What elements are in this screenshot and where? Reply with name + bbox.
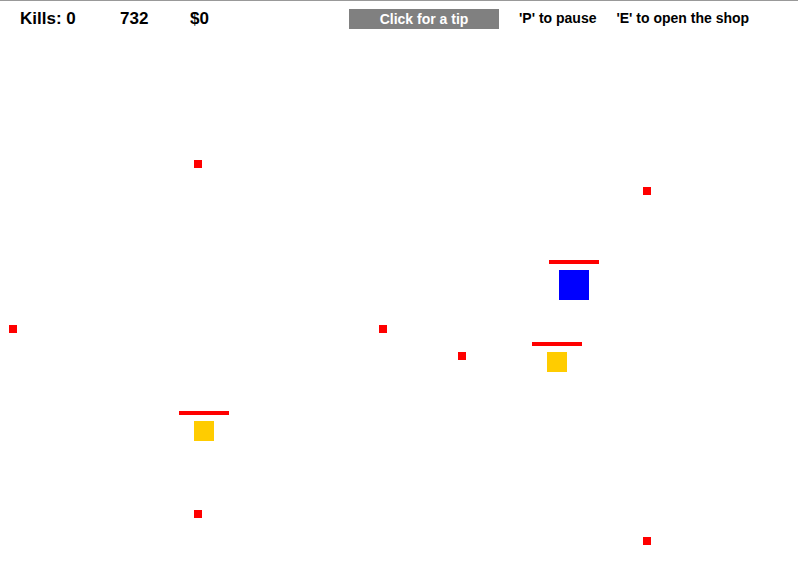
bullet-dot: [194, 510, 202, 518]
key-hint: 'P' to pause: [519, 8, 596, 29]
score: 732: [120, 6, 190, 32]
bullet-dot: [194, 160, 202, 168]
hud-bar: Kills: 0732$0Click for a tip 'P' to pause…: [0, 1, 798, 36]
health-bar: [549, 260, 599, 264]
health-bar: [179, 411, 229, 415]
kills-counter: Kills: 0: [20, 6, 120, 32]
hints: 'P' to pause 'E' to open the shop: [519, 8, 749, 29]
bullet-dot: [379, 325, 387, 333]
player: [549, 260, 599, 300]
enemy-square: [547, 352, 567, 372]
health-bar: [532, 342, 582, 346]
health-bar-fill: [532, 342, 582, 346]
health-bar-fill: [179, 411, 229, 415]
enemy: [532, 342, 582, 372]
tip-button[interactable]: Click for a tip: [349, 9, 499, 29]
enemy-square: [194, 421, 214, 441]
health-bar-fill: [549, 260, 599, 264]
bullet-dot: [643, 187, 651, 195]
bullet-dot: [458, 352, 466, 360]
game-canvas[interactable]: [0, 1, 798, 575]
player-square: [559, 270, 589, 300]
enemy: [179, 411, 229, 441]
money: $0: [190, 6, 349, 32]
bullet-dot: [643, 537, 651, 545]
game-screen[interactable]: Kills: 0732$0Click for a tip 'P' to pause…: [0, 0, 798, 575]
bullet-dot: [9, 325, 17, 333]
key-hint: 'E' to open the shop: [616, 8, 749, 29]
